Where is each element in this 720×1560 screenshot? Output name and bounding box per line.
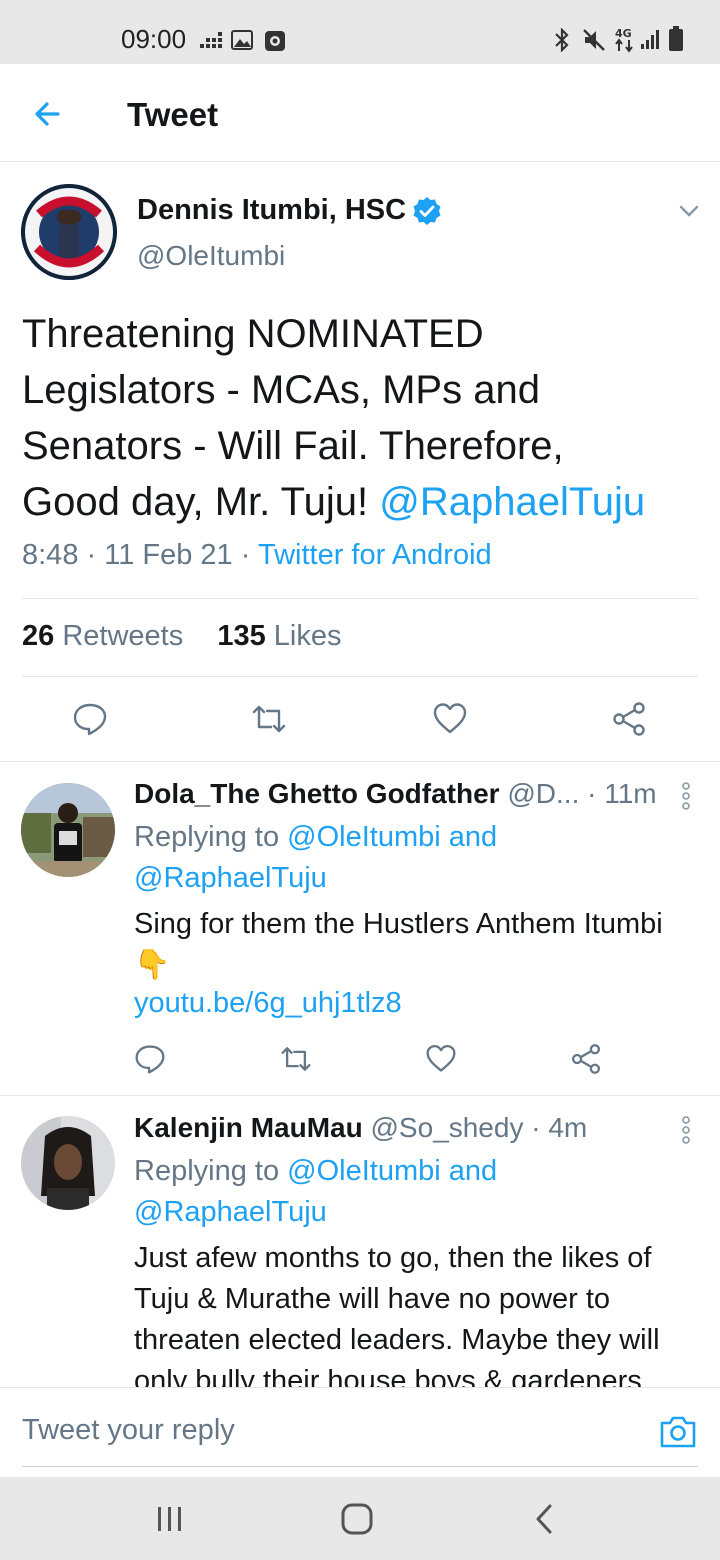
back-arrow-icon[interactable] xyxy=(28,92,72,136)
reply-avatar[interactable] xyxy=(21,1116,115,1210)
camera-icon[interactable] xyxy=(658,1412,698,1452)
reply-composer: Tweet your reply xyxy=(0,1387,720,1477)
status-time: 09:00 xyxy=(121,24,187,54)
bluetooth-icon xyxy=(555,28,569,52)
recent-apps-icon[interactable] xyxy=(150,1499,190,1539)
pointing-down-emoji: 👇 xyxy=(134,949,171,981)
replying-to: Replying to @OleItumbi and @RaphaelTuju xyxy=(134,817,694,899)
likes-stat[interactable]: 135 Likes xyxy=(217,620,341,652)
reply-time: 11m xyxy=(604,778,657,809)
reply-author-handle[interactable]: @D... xyxy=(507,778,579,809)
home-icon[interactable] xyxy=(337,1499,377,1539)
retweets-stat[interactable]: 26 Retweets xyxy=(22,620,183,652)
reply-link[interactable]: youtu.be/6g_uhj1tlz8 xyxy=(134,987,402,1020)
reply-text: Sing for them the Hustlers Anthem Itumbi… xyxy=(134,904,704,986)
replying-mention[interactable]: @RaphaelTuju xyxy=(134,1192,694,1233)
reply-input[interactable]: Tweet your reply xyxy=(22,1414,235,1447)
app-header: Tweet xyxy=(0,64,720,162)
reply-author-name[interactable]: Kalenjin MauMau xyxy=(134,1112,363,1143)
status-bar: 09:00 4G xyxy=(0,0,720,64)
replying-mention[interactable]: @RaphaelTuju xyxy=(134,858,694,899)
more-vertical-icon[interactable] xyxy=(676,1115,696,1145)
divider xyxy=(22,676,698,677)
replying-mention[interactable]: @OleItumbi and xyxy=(287,821,497,853)
like-icon[interactable] xyxy=(432,701,468,737)
replying-mention[interactable]: @OleItumbi and xyxy=(287,1155,497,1187)
share-icon[interactable] xyxy=(570,1043,602,1075)
author-avatar[interactable] xyxy=(21,184,117,280)
page-title: Tweet xyxy=(127,96,219,133)
signal-icon xyxy=(641,30,659,49)
retweet-icon[interactable] xyxy=(280,1043,312,1075)
tweet-text: Threatening NOMINATED Legislators - MCAs… xyxy=(22,312,646,524)
4g-icon: 4G xyxy=(615,27,633,53)
reply-input-underline xyxy=(22,1466,698,1467)
mention-link[interactable]: @RaphaelTuju xyxy=(379,480,645,524)
chevron-down-icon[interactable] xyxy=(678,200,700,222)
back-nav-icon[interactable] xyxy=(525,1499,565,1539)
reply-author-handle[interactable]: @So_shedy xyxy=(370,1112,523,1143)
reply-header: Kalenjin MauMau @So_shedy · 4m xyxy=(134,1112,588,1143)
replying-to: Replying to @OleItumbi and @RaphaelTuju xyxy=(134,1151,694,1233)
engagement-counts: 26 Retweets 135 Likes xyxy=(22,620,342,653)
share-icon[interactable] xyxy=(611,701,647,737)
reply-header: Dola_The Ghetto Godfather @D... · 11m xyxy=(134,778,657,809)
divider xyxy=(0,1095,720,1096)
reply-icon[interactable] xyxy=(134,1043,166,1075)
reply-avatar[interactable] xyxy=(21,783,115,877)
tweet-source[interactable]: Twitter for Android xyxy=(258,539,492,571)
screen-record-icon xyxy=(265,31,285,51)
reply-time: 4m xyxy=(548,1112,588,1143)
tweet-date: 11 Feb 21 xyxy=(104,539,233,571)
reply-text: Just afew months to go, then the likes o… xyxy=(134,1242,660,1397)
divider xyxy=(22,598,698,599)
author-name[interactable]: Dennis Itumbi, HSC xyxy=(137,194,406,227)
like-icon[interactable] xyxy=(425,1043,457,1075)
tweet-meta: 8:48 · 11 Feb 21 · Twitter for Android xyxy=(22,539,492,571)
mute-icon xyxy=(583,29,605,51)
divider xyxy=(0,761,720,762)
verified-icon xyxy=(413,197,441,225)
svg-text:4G: 4G xyxy=(615,27,632,40)
reply-icon[interactable] xyxy=(72,701,108,737)
author-handle[interactable]: @OleItumbi xyxy=(137,240,285,272)
system-nav-bar xyxy=(0,1477,720,1560)
battery-icon xyxy=(669,26,683,51)
retweet-icon[interactable] xyxy=(251,701,287,737)
tweet-time: 8:48 xyxy=(22,539,79,571)
gallery-icon xyxy=(231,30,253,50)
reply-author-name[interactable]: Dola_The Ghetto Godfather xyxy=(134,778,500,809)
data-usage-icon xyxy=(200,32,222,48)
more-vertical-icon[interactable] xyxy=(676,781,696,811)
